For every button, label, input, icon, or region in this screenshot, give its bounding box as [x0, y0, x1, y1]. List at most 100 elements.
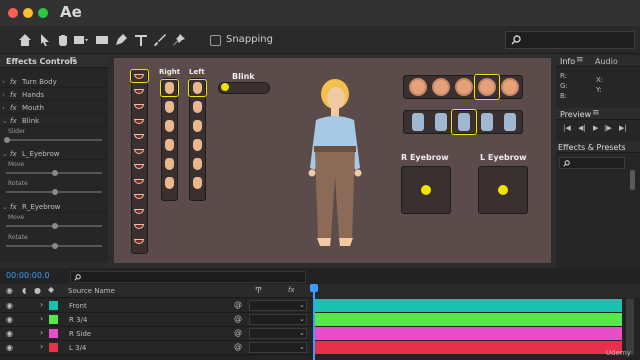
blink-controller-slider[interactable] [218, 82, 270, 94]
l-eyebrow-controller[interactable] [478, 166, 528, 214]
hand-pose-icon[interactable] [165, 139, 174, 151]
layer-row[interactable]: ◉ › R Side @ ⌄ [0, 327, 312, 341]
hand-pose-icon[interactable] [165, 177, 174, 189]
blink-controller-knob[interactable] [221, 83, 229, 91]
r-eyebrow-move-handle[interactable] [52, 223, 58, 229]
zoom-window-button[interactable] [38, 8, 48, 18]
layer-name[interactable]: L 3/4 [69, 344, 86, 352]
l-eyebrow-move-handle[interactable] [52, 170, 58, 176]
brush-icon[interactable] [151, 31, 169, 49]
eye-icon[interactable]: ◉ [6, 343, 13, 352]
eye-icon[interactable]: ◉ [6, 315, 13, 324]
effects-presets-search[interactable] [559, 157, 625, 169]
panel-menu-icon[interactable]: ≡ [69, 55, 77, 65]
last-frame-icon[interactable]: ▶| [619, 124, 627, 132]
effect-row-hands[interactable]: › fx Hands [2, 89, 106, 101]
l-eyebrow-handle[interactable] [498, 185, 508, 195]
head-turn-icon[interactable] [501, 78, 519, 96]
layer-duration-bar[interactable] [313, 313, 622, 326]
layer-row[interactable]: ◉ › L 3/4 @ ⌄ [0, 341, 312, 355]
l-eyebrow-rotate-handle[interactable] [52, 189, 58, 195]
collapse-arrow-icon[interactable]: ⌄ [2, 117, 8, 125]
layer-duration-bar[interactable] [313, 341, 622, 354]
r-eyebrow-handle[interactable] [421, 185, 431, 195]
help-search-field[interactable] [505, 31, 635, 49]
zoom-icon[interactable] [72, 31, 90, 49]
layer-name[interactable]: R 3/4 [69, 316, 87, 324]
layer-name[interactable]: R Side [69, 330, 91, 338]
hand-pose-icon[interactable] [193, 101, 202, 113]
layer-color-swatch[interactable] [49, 301, 58, 310]
current-time-indicator-handle[interactable] [310, 284, 318, 292]
type-icon[interactable] [132, 31, 150, 49]
expand-arrow-icon[interactable]: › [40, 300, 43, 309]
shy-icon[interactable]: @ [234, 300, 242, 309]
expand-arrow-icon[interactable]: › [40, 314, 43, 323]
effect-row-r-eyebrow[interactable]: ⌄ fx R_Eyebrow [2, 201, 106, 213]
current-time-indicator[interactable] [313, 284, 315, 360]
fx-badge[interactable]: fx [10, 104, 17, 112]
next-frame-icon[interactable]: |▶ [604, 124, 612, 132]
shy-icon[interactable]: @ [234, 314, 242, 323]
hand-pose-icon[interactable] [165, 158, 174, 170]
parent-dropdown[interactable]: ⌄ [249, 300, 307, 311]
home-icon[interactable] [16, 31, 34, 49]
expand-arrow-icon[interactable]: › [40, 328, 43, 337]
eye-icon[interactable]: ◉ [6, 329, 13, 338]
effect-row-l-eyebrow[interactable]: ⌄ fx L_Eyebrow [2, 148, 106, 160]
layer-row[interactable]: ◉ › Front @ ⌄ [0, 299, 312, 313]
layer-row[interactable]: ◉ › R 3/4 @ ⌄ [0, 313, 312, 327]
hand-pose-icon[interactable] [193, 177, 202, 189]
source-name-header[interactable]: Source Name [68, 287, 115, 295]
tab-audio[interactable]: Audio [595, 57, 618, 66]
track-matte-icon[interactable]: Ͳ [255, 286, 262, 295]
hand-pose-icon[interactable] [193, 82, 202, 94]
snapping-checkbox[interactable] [210, 35, 221, 46]
hand-pose-icon[interactable] [193, 158, 202, 170]
fx-badge[interactable]: fx [10, 150, 17, 158]
effect-row-mouth[interactable]: › fx Mouth [2, 102, 106, 114]
effect-row-blink[interactable]: ⌄ fx Blink [2, 115, 106, 127]
panel-menu-icon[interactable]: ≡ [576, 55, 584, 65]
body-turn-selection-frame[interactable] [451, 109, 477, 135]
shy-icon[interactable]: @ [234, 328, 242, 337]
hand-icon[interactable] [54, 31, 72, 49]
label-color-icon[interactable]: ◆ [48, 285, 54, 294]
layer-search-field[interactable] [70, 271, 306, 283]
eye-icon[interactable]: ◉ [6, 286, 13, 295]
head-turn-icon[interactable] [432, 78, 450, 96]
rectangle-icon[interactable] [93, 31, 111, 49]
layer-duration-bar[interactable] [313, 299, 622, 312]
effect-row-turn-body[interactable]: › fx Turn Body [2, 76, 106, 88]
pen-icon[interactable] [112, 31, 130, 49]
parent-dropdown[interactable]: ⌄ [249, 328, 307, 339]
play-icon[interactable]: ▶ [593, 124, 598, 132]
blink-slider-handle[interactable] [4, 137, 10, 143]
body-turn-icon[interactable] [412, 113, 424, 131]
hand-pose-icon[interactable] [165, 101, 174, 113]
fx-badge[interactable]: fx [10, 203, 17, 211]
blink-slider-track[interactable] [6, 139, 102, 141]
fx-badge[interactable]: fx [10, 117, 17, 125]
head-turn-icon[interactable] [409, 78, 427, 96]
close-window-button[interactable] [8, 8, 18, 18]
hand-pose-icon[interactable] [193, 139, 202, 151]
panel-scrollbar[interactable] [630, 170, 635, 190]
solo-icon[interactable]: ● [34, 286, 41, 295]
hand-pose-icon[interactable] [165, 82, 174, 94]
layer-name[interactable]: Front [69, 302, 87, 310]
expand-arrow-icon[interactable]: › [2, 78, 5, 86]
hand-pose-icon[interactable] [165, 120, 174, 132]
eye-icon[interactable]: ◉ [6, 301, 13, 310]
body-turn-icon[interactable] [435, 113, 447, 131]
expand-arrow-icon[interactable]: › [2, 91, 5, 99]
panel-menu-icon[interactable]: ≡ [592, 108, 600, 118]
parent-dropdown[interactable]: ⌄ [249, 342, 307, 353]
fx-badge[interactable]: fx [10, 91, 17, 99]
shy-icon[interactable]: @ [234, 342, 242, 351]
r-eyebrow-controller[interactable] [401, 166, 451, 214]
previous-frame-icon[interactable]: ◀| [578, 124, 586, 132]
hand-pose-icon[interactable] [193, 120, 202, 132]
tab-info[interactable]: Info [560, 57, 575, 66]
audio-icon[interactable]: ◖ [22, 286, 26, 295]
